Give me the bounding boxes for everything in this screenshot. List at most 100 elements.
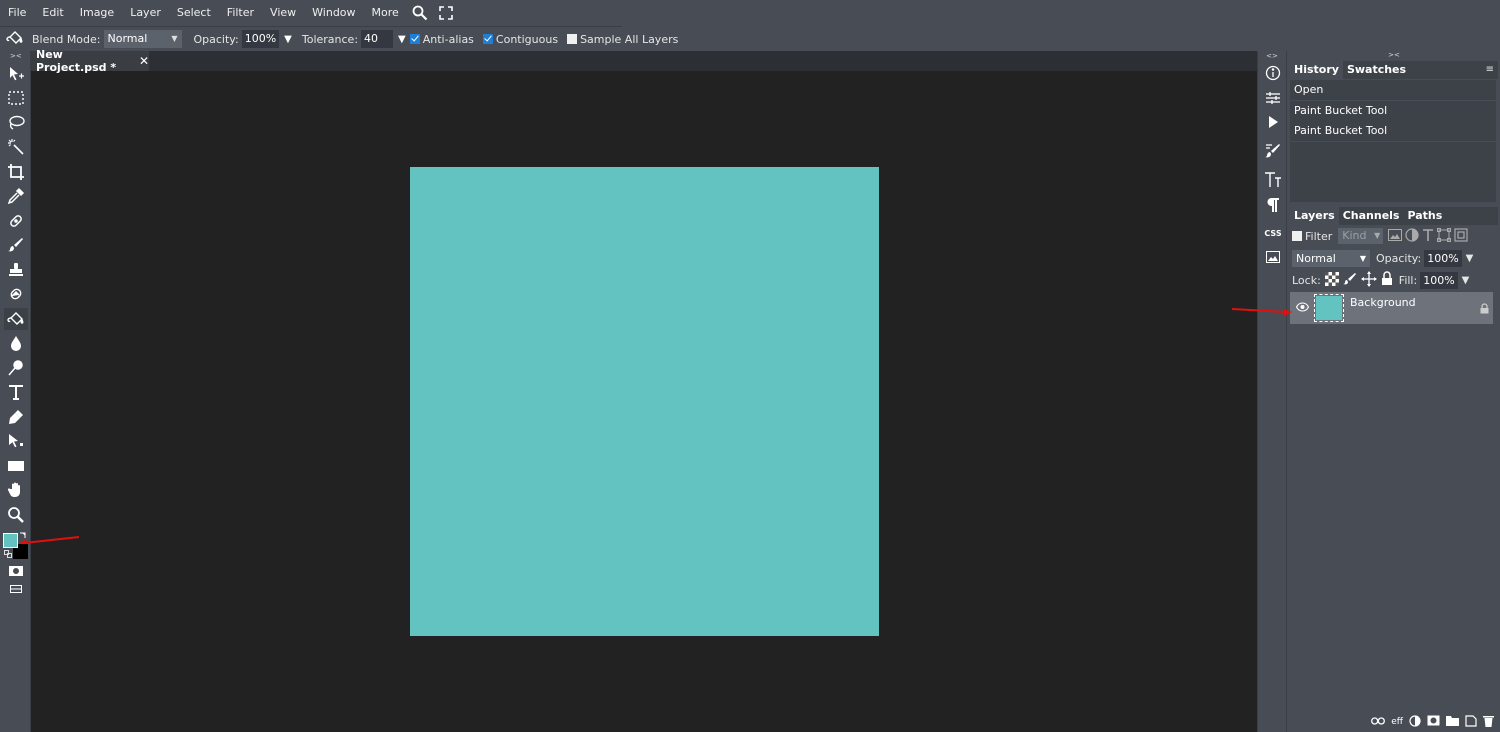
fullscreen-icon[interactable]: [433, 0, 459, 26]
history-item[interactable]: Open: [1290, 80, 1496, 100]
link-layers-icon[interactable]: [1371, 716, 1386, 728]
contiguous-checkbox[interactable]: [482, 34, 493, 44]
menu-file[interactable]: File: [0, 0, 34, 26]
menu-window[interactable]: Window: [304, 0, 363, 26]
panel-menu-icon[interactable]: ≡: [1486, 61, 1494, 79]
zoom-tool-icon[interactable]: [4, 504, 28, 526]
chevron-down-icon: ▼: [1359, 253, 1366, 263]
sample-all-layers-checkbox[interactable]: [567, 34, 578, 44]
tab-channels[interactable]: Channels: [1339, 207, 1404, 225]
eye-icon[interactable]: [1295, 302, 1310, 315]
lock-pixels-icon[interactable]: [1342, 272, 1357, 289]
collapse-toolbar-icon[interactable]: ><: [0, 51, 30, 61]
layer-lock-row: Lock: Fill: 100% ▼: [1292, 270, 1470, 290]
brush-settings-icon[interactable]: [1261, 140, 1285, 162]
menu-bar: File Edit Image Layer Select Filter View…: [0, 0, 1500, 27]
menu-view[interactable]: View: [262, 0, 304, 26]
dodge-tool-icon[interactable]: [4, 357, 28, 379]
pen-tool-icon[interactable]: [4, 406, 28, 428]
layers-footer: eff: [1290, 712, 1498, 732]
kind-select[interactable]: Kind ▼: [1338, 228, 1384, 244]
history-item[interactable]: Paint Bucket Tool: [1290, 101, 1496, 121]
move-tool-icon[interactable]: [4, 63, 28, 85]
tolerance-input[interactable]: 40: [361, 30, 394, 48]
filter-image-icon[interactable]: [1388, 228, 1403, 244]
tab-history[interactable]: History: [1290, 61, 1343, 79]
filter-smart-object-icon[interactable]: [1454, 227, 1468, 245]
crop-tool-icon[interactable]: [4, 161, 28, 183]
css-icon[interactable]: CSS: [1261, 222, 1285, 244]
hand-tool-icon[interactable]: [4, 479, 28, 501]
play-actions-icon[interactable]: [1261, 111, 1285, 133]
layer-opacity-dropdown-icon[interactable]: ▼: [1466, 253, 1474, 264]
trash-icon[interactable]: [1483, 715, 1494, 730]
history-item[interactable]: Paint Bucket Tool: [1290, 121, 1496, 141]
character-icon[interactable]: [1261, 169, 1285, 191]
filter-adjustment-icon[interactable]: [1405, 227, 1419, 245]
layer-row[interactable]: Background: [1290, 292, 1493, 324]
menu-edit[interactable]: Edit: [34, 0, 71, 26]
layer-thumbnail-fill: [1316, 296, 1342, 320]
paint-bucket-tool-icon[interactable]: [4, 308, 28, 330]
image-icon[interactable]: [1261, 246, 1285, 268]
anti-alias-checkbox[interactable]: [409, 34, 420, 44]
paragraph-icon[interactable]: [1261, 194, 1285, 216]
search-icon[interactable]: [407, 0, 433, 26]
filter-shape-icon[interactable]: [1437, 227, 1452, 245]
tab-layers[interactable]: Layers: [1290, 207, 1339, 225]
healing-brush-tool-icon[interactable]: [4, 210, 28, 232]
new-layer-icon[interactable]: [1465, 714, 1477, 730]
eraser-tool-icon[interactable]: [4, 283, 28, 305]
lasso-tool-icon[interactable]: [4, 112, 28, 134]
tab-paths[interactable]: Paths: [1403, 207, 1446, 225]
fill-dropdown-icon[interactable]: ▼: [1462, 275, 1470, 286]
close-icon[interactable]: ✕: [139, 54, 149, 68]
layer-name: Background: [1350, 296, 1416, 309]
layer-opacity-label: Opacity:: [1376, 251, 1422, 265]
default-colors-icon[interactable]: [4, 550, 12, 558]
lock-transparency-icon[interactable]: [1324, 271, 1339, 289]
layer-blend-select[interactable]: Normal ▼: [1292, 249, 1370, 267]
menu-image[interactable]: Image: [72, 0, 122, 26]
marquee-tool-icon[interactable]: [4, 87, 28, 109]
adjustments-icon[interactable]: [1261, 87, 1285, 109]
foreground-color-swatch[interactable]: [3, 533, 18, 548]
tolerance-label: Tolerance:: [301, 32, 359, 46]
lock-all-icon[interactable]: [1381, 271, 1393, 289]
path-selection-tool-icon[interactable]: [4, 430, 28, 452]
document-tab[interactable]: New Project.psd * ✕: [31, 48, 149, 74]
menu-filter[interactable]: Filter: [219, 0, 262, 26]
tolerance-dropdown-icon[interactable]: ▼: [398, 34, 406, 45]
rectangle-tool-icon[interactable]: [4, 455, 28, 477]
filter-checkbox[interactable]: [1292, 231, 1302, 241]
eyedropper-tool-icon[interactable]: [4, 185, 28, 207]
collapse-panels-icon[interactable]: ><: [1288, 51, 1500, 60]
layer-opacity-input[interactable]: 100%: [1424, 249, 1462, 267]
blend-mode-label: Blend Mode:: [32, 32, 101, 46]
paint-bucket-icon: [6, 30, 24, 49]
layers-panel-tabs: Layers Channels Paths: [1290, 207, 1498, 225]
blend-mode-select[interactable]: Normal ▼: [103, 30, 182, 48]
layer-effects-button[interactable]: eff: [1391, 717, 1403, 727]
screen-mode-icon[interactable]: [4, 578, 28, 600]
opacity-input[interactable]: 100%: [241, 30, 280, 48]
info-icon[interactable]: [1261, 62, 1285, 84]
menu-select[interactable]: Select: [169, 0, 219, 26]
layer-mask-icon[interactable]: [1427, 715, 1440, 729]
image-canvas[interactable]: [410, 167, 879, 636]
blur-tool-icon[interactable]: [4, 332, 28, 354]
opacity-dropdown-icon[interactable]: ▼: [284, 34, 292, 45]
brush-tool-icon[interactable]: [4, 234, 28, 256]
adjustment-layer-icon[interactable]: [1409, 714, 1421, 730]
menu-layer[interactable]: Layer: [122, 0, 169, 26]
magic-wand-tool-icon[interactable]: [4, 136, 28, 158]
folder-icon[interactable]: [1446, 715, 1459, 729]
menu-more[interactable]: More: [364, 0, 407, 26]
expand-panels-icon[interactable]: <>: [1258, 51, 1286, 61]
type-tool-icon[interactable]: [4, 381, 28, 403]
fill-input[interactable]: 100%: [1420, 271, 1458, 289]
tab-swatches[interactable]: Swatches: [1343, 61, 1410, 79]
lock-position-icon[interactable]: [1360, 270, 1377, 290]
filter-type-icon[interactable]: [1422, 228, 1434, 245]
clone-stamp-tool-icon[interactable]: [4, 259, 28, 281]
